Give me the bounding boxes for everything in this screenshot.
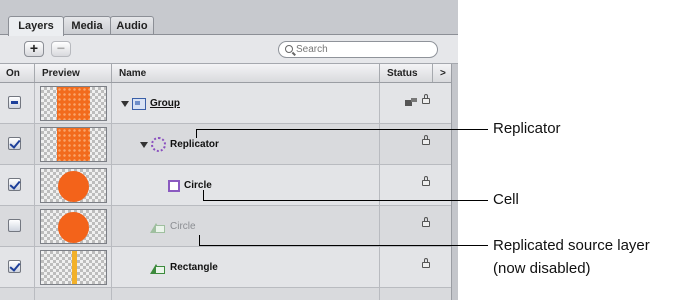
- column-divider: [34, 247, 35, 288]
- column-divider: [34, 165, 35, 206]
- column-divider: [379, 206, 380, 247]
- lock-icon[interactable]: [422, 135, 430, 145]
- tab-audio[interactable]: Audio: [110, 16, 154, 35]
- column-preview[interactable]: Preview: [42, 68, 80, 79]
- lock-icon[interactable]: [422, 94, 430, 104]
- callout-line-source-stub: [199, 235, 200, 245]
- layers-toolbar: + − Search: [0, 34, 458, 64]
- tab-bar: Layers Media Audio: [0, 0, 458, 36]
- layer-name-cell: Circle: [150, 206, 196, 247]
- cell-icon: [168, 179, 180, 192]
- column-more-chevron[interactable]: >: [440, 68, 446, 79]
- column-divider: [34, 83, 35, 124]
- layer-name[interactable]: Replicator: [170, 139, 219, 150]
- disclosure-triangle-icon[interactable]: [121, 100, 129, 107]
- tab-layers[interactable]: Layers: [8, 16, 64, 36]
- column-separator: [34, 64, 35, 82]
- column-separator: [111, 64, 112, 82]
- layer-enable-checkbox[interactable]: [8, 219, 21, 232]
- layer-name[interactable]: Rectangle: [170, 262, 218, 273]
- layers-panel: Layers Media Audio + − Search On Preview…: [0, 0, 458, 300]
- layer-preview-thumbnail: [40, 250, 107, 285]
- column-divider: [111, 247, 112, 288]
- callout-label-cell: Cell: [493, 191, 519, 208]
- remove-layer-button[interactable]: −: [51, 41, 71, 57]
- layer-enable-checkbox[interactable]: [8, 96, 21, 109]
- lock-icon[interactable]: [422, 258, 430, 268]
- layer-preview-thumbnail: [40, 86, 107, 121]
- column-divider: [34, 288, 35, 300]
- layer-row-replicator[interactable]: Replicator: [0, 124, 458, 165]
- layer-enable-checkbox[interactable]: [8, 137, 21, 150]
- replicator-icon: [151, 137, 166, 152]
- layer-name[interactable]: Circle: [184, 180, 212, 191]
- callout-line-cell-stub: [203, 190, 204, 200]
- group-icon: [132, 97, 146, 110]
- column-separator: [379, 64, 380, 82]
- callout-line-source: [199, 245, 488, 246]
- disclosure-triangle-icon[interactable]: [140, 141, 148, 148]
- column-divider: [111, 288, 112, 300]
- column-on[interactable]: On: [6, 68, 20, 79]
- lock-icon[interactable]: [422, 176, 430, 186]
- layer-name-cell: Rectangle: [150, 247, 218, 288]
- column-divider: [379, 247, 380, 288]
- layer-row-circle-source[interactable]: Circle: [0, 206, 458, 247]
- column-separator: [432, 64, 433, 82]
- callout-line-replicator: [196, 129, 488, 130]
- layer-name[interactable]: Group: [150, 98, 180, 109]
- column-divider: [111, 206, 112, 247]
- layer-row-group[interactable]: Group: [0, 83, 458, 124]
- column-divider: [379, 124, 380, 165]
- add-layer-button[interactable]: +: [24, 41, 44, 57]
- column-divider: [34, 124, 35, 165]
- column-divider: [111, 83, 112, 124]
- shape-icon: [150, 220, 166, 233]
- tab-media[interactable]: Media: [63, 16, 111, 35]
- group-status-icon: [405, 98, 419, 106]
- column-divider: [379, 83, 380, 124]
- column-divider: [34, 206, 35, 247]
- search-placeholder: Search: [296, 44, 328, 55]
- search-icon: [285, 45, 293, 53]
- column-divider: [111, 165, 112, 206]
- shape-icon: [150, 261, 166, 274]
- callout-label-source-line2: (now disabled): [493, 260, 591, 277]
- layer-name[interactable]: Circle: [170, 221, 196, 232]
- column-header: On Preview Name Status >: [0, 64, 458, 83]
- callout-line-replicator-stub: [196, 129, 197, 138]
- callout-label-source-line1: Replicated source layer: [493, 237, 650, 254]
- layer-name-cell: Replicator: [140, 124, 219, 165]
- layer-enable-checkbox[interactable]: [8, 178, 21, 191]
- callout-label-replicator: Replicator: [493, 120, 561, 137]
- layer-preview-thumbnail: [40, 168, 107, 203]
- search-input[interactable]: Search: [278, 41, 438, 58]
- callout-line-cell: [203, 200, 488, 201]
- layer-name-cell: Group: [121, 83, 180, 124]
- column-name[interactable]: Name: [119, 68, 146, 79]
- column-divider: [379, 288, 380, 300]
- layer-row-rectangle[interactable]: Rectangle: [0, 247, 458, 288]
- lock-icon[interactable]: [422, 217, 430, 227]
- vertical-scrollbar[interactable]: [451, 64, 458, 300]
- layer-preview-thumbnail: [40, 209, 107, 244]
- layer-enable-checkbox[interactable]: [8, 260, 21, 273]
- empty-row: [0, 288, 458, 300]
- layer-preview-thumbnail: [40, 127, 107, 162]
- column-status[interactable]: Status: [387, 68, 418, 79]
- column-divider: [111, 124, 112, 165]
